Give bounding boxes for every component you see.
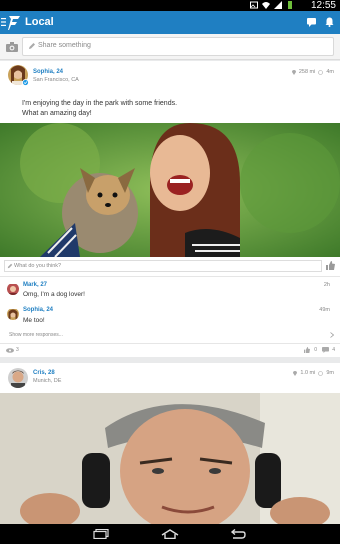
author-location: Munich, DE xyxy=(33,378,62,384)
share-bar: Share something xyxy=(0,34,340,60)
show-more-link[interactable]: Show more responses... xyxy=(9,332,63,338)
distance: 258 mi xyxy=(298,69,316,75)
status-bar: 12:55 xyxy=(0,0,340,11)
location-pin-icon xyxy=(293,370,298,376)
like-count: 0 xyxy=(314,347,317,353)
location-pin-icon xyxy=(291,69,296,75)
app-title[interactable]: Local xyxy=(25,16,54,28)
comment-count: 4 xyxy=(332,347,335,353)
image-notification-icon xyxy=(250,1,258,9)
divider xyxy=(0,276,340,277)
status-time: 12:55 xyxy=(310,0,336,11)
post-photo[interactable] xyxy=(0,393,340,524)
post-meta: 1.0 mi 9m xyxy=(293,370,334,376)
comment-text: Omg, I'm a dog lover! xyxy=(23,291,85,298)
comment-text: Me too! xyxy=(23,317,45,324)
system-nav-bar xyxy=(0,524,340,544)
post-age: 9m xyxy=(326,370,334,376)
comment-icon[interactable] xyxy=(322,347,329,353)
post-text: I'm enjoying the day in the park with so… xyxy=(22,99,177,119)
like-icon[interactable] xyxy=(326,261,335,270)
comment-time: 2h xyxy=(323,282,330,288)
signal-icon xyxy=(274,1,282,9)
chat-icon[interactable] xyxy=(307,18,316,27)
comment-author[interactable]: Sophia, 24 xyxy=(23,307,53,313)
author-location: San Francisco, CA xyxy=(33,77,79,83)
author-name[interactable]: Sophia, 24 xyxy=(33,69,63,75)
like-icon[interactable] xyxy=(304,347,310,353)
clock-icon xyxy=(318,370,324,376)
post-text-line: I'm enjoying the day in the park with so… xyxy=(22,100,178,107)
chevron-right-icon[interactable] xyxy=(330,332,334,338)
wifi-icon xyxy=(262,2,270,9)
camera-icon[interactable] xyxy=(6,42,18,52)
comment-author[interactable]: Mark, 27 xyxy=(23,282,47,288)
battery-icon xyxy=(288,1,292,9)
post-age: 4m xyxy=(326,69,334,75)
share-placeholder: Share something xyxy=(38,42,91,49)
divider xyxy=(0,343,340,344)
back-icon[interactable] xyxy=(230,529,246,539)
clock-icon xyxy=(318,69,324,75)
pencil-icon xyxy=(29,43,35,49)
post-text-line: What an amazing day! xyxy=(22,110,92,117)
author-name[interactable]: Cris, 28 xyxy=(33,370,55,376)
comment-input[interactable]: What do you think? xyxy=(4,260,322,272)
distance: 1.0 mi xyxy=(300,370,316,376)
avatar[interactable] xyxy=(7,283,19,295)
recents-icon[interactable] xyxy=(93,529,109,539)
bell-icon[interactable] xyxy=(325,17,334,27)
app-bar: Local xyxy=(0,11,340,34)
share-input[interactable]: Share something xyxy=(22,37,334,56)
avatar[interactable] xyxy=(7,308,19,320)
view-count: 3 xyxy=(16,347,19,353)
post-card: Cris, 28 Munich, DE 1.0 mi 9m xyxy=(0,363,340,524)
pencil-icon xyxy=(7,263,13,269)
app-logo-icon[interactable] xyxy=(7,14,21,31)
eye-icon xyxy=(6,348,14,353)
post-meta: 258 mi 4m xyxy=(291,69,334,75)
avatar[interactable] xyxy=(8,368,28,388)
post-photo[interactable] xyxy=(0,123,340,257)
post-card: Sophia, 24 San Francisco, CA 258 mi 4m I… xyxy=(0,61,340,357)
home-icon[interactable] xyxy=(161,529,179,539)
online-badge-icon xyxy=(22,79,29,86)
comment-placeholder: What do you think? xyxy=(14,263,62,269)
comment-time: 49m xyxy=(319,307,330,313)
